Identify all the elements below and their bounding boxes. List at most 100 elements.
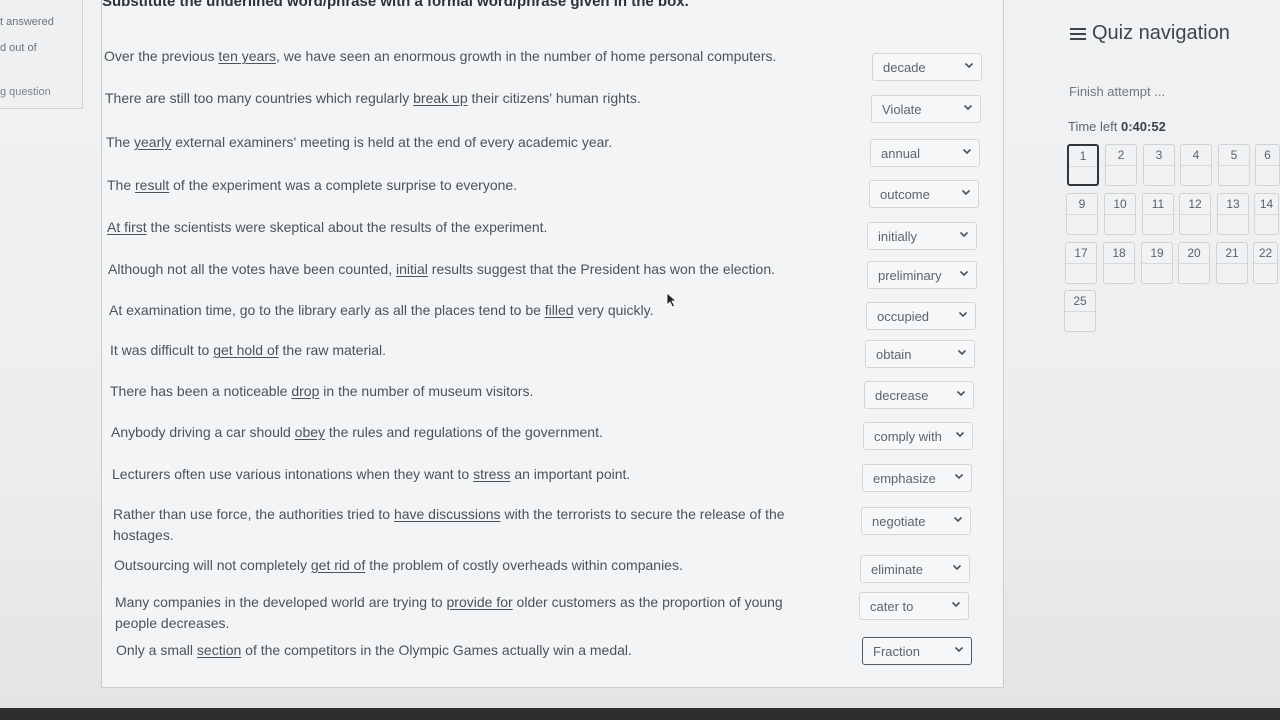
quiz-nav-button[interactable]: 9 xyxy=(1066,193,1098,235)
answer-dropdown[interactable]: eliminate xyxy=(860,555,970,583)
quiz-nav-button[interactable]: 10 xyxy=(1104,193,1136,235)
answer-dropdown-value: Fraction xyxy=(873,644,920,659)
quiz-nav-button[interactable]: 12 xyxy=(1179,193,1211,235)
question-text-before: Rather than use force, the authorities t… xyxy=(113,506,394,522)
question-text: Rather than use force, the authorities t… xyxy=(113,504,843,546)
chevron-down-icon xyxy=(955,431,965,438)
question-text: At examination time, go to the library e… xyxy=(109,300,848,321)
quiz-nav-button-label: 12 xyxy=(1188,197,1202,211)
quiz-nav-button[interactable]: 13 xyxy=(1217,193,1249,235)
question-text: Lecturers often use various intonations … xyxy=(112,464,844,485)
quiz-nav-button[interactable]: 14 xyxy=(1254,193,1279,235)
quiz-navigation-label: Quiz navigation xyxy=(1092,22,1230,44)
quiz-nav-button[interactable]: 2 xyxy=(1105,144,1137,186)
question-text-before: Over the previous xyxy=(104,48,219,64)
question-text-after: , we have seen an enormous growth in the… xyxy=(275,48,777,64)
question-text: It was difficult to get hold of the raw … xyxy=(110,340,847,361)
quiz-nav-button[interactable]: 20 xyxy=(1178,242,1210,284)
answer-dropdown[interactable]: emphasize xyxy=(862,464,972,492)
question-text-before: There are still too many countries which… xyxy=(105,90,414,106)
answer-dropdown-value: Violate xyxy=(882,102,922,117)
question-text-after: an important point. xyxy=(510,466,631,482)
question-text: Although not all the votes have been cou… xyxy=(108,259,849,280)
quiz-nav-button[interactable]: 21 xyxy=(1216,242,1248,284)
question-text-after: of the experiment was a complete surpris… xyxy=(169,177,518,193)
question-status: t answered xyxy=(0,16,54,28)
quiz-nav-button-label: 13 xyxy=(1226,197,1240,211)
chevron-down-icon xyxy=(957,349,967,356)
quiz-nav-button[interactable]: 6 xyxy=(1255,144,1280,186)
question-text-after: the rules and regulations of the governm… xyxy=(325,424,603,440)
quiz-nav-button[interactable]: 4 xyxy=(1180,144,1212,186)
answer-dropdown[interactable]: comply with xyxy=(863,422,973,450)
flag-question-link[interactable]: g question xyxy=(0,86,51,98)
answer-dropdown[interactable]: annual xyxy=(870,139,980,167)
underlined-phrase: get rid of xyxy=(310,557,366,573)
answer-dropdown-value: initially xyxy=(878,229,918,244)
answer-dropdown[interactable]: Fraction xyxy=(862,637,972,665)
answer-dropdown-value: cater to xyxy=(870,599,914,614)
quiz-nav-button-label: 1 xyxy=(1079,149,1087,163)
question-text-before: The xyxy=(107,177,136,193)
answer-dropdown[interactable]: outcome xyxy=(869,180,979,208)
quiz-nav-button-label: 20 xyxy=(1187,246,1201,260)
underlined-phrase: have discussions xyxy=(393,506,501,522)
quiz-nav-button-label: 19 xyxy=(1150,246,1164,260)
answer-dropdown[interactable]: obtain xyxy=(865,340,975,368)
quiz-nav-button[interactable]: 5 xyxy=(1218,144,1250,186)
quiz-nav-button[interactable]: 22 xyxy=(1253,242,1278,284)
answer-dropdown[interactable]: negotiate xyxy=(861,507,971,535)
quiz-navigation-title: Quiz navigation xyxy=(1070,22,1230,45)
answer-dropdown[interactable]: occupied xyxy=(866,302,976,330)
quiz-nav-button-label: 25 xyxy=(1073,294,1087,308)
answer-dropdown[interactable]: Violate xyxy=(871,95,981,123)
question-text: Outsourcing will not completely get rid … xyxy=(114,555,842,576)
question-text-before: Although not all the votes have been cou… xyxy=(108,261,396,277)
question-text-after: the problem of costly overheads within c… xyxy=(365,557,683,573)
answer-dropdown-value: preliminary xyxy=(878,268,942,283)
quiz-nav-button-label: 2 xyxy=(1117,148,1125,162)
question-text-after: the raw material. xyxy=(278,342,387,358)
answer-dropdown[interactable]: decrease xyxy=(864,381,974,409)
quiz-nav-button[interactable]: 19 xyxy=(1141,242,1173,284)
underlined-phrase: drop xyxy=(291,383,320,399)
finish-attempt-link[interactable]: Finish attempt ... xyxy=(1069,84,1165,99)
question-text: Anybody driving a car should obey the ru… xyxy=(111,422,845,443)
quiz-page: t answered d out of g question Substitut… xyxy=(0,0,1280,720)
chevron-down-icon xyxy=(962,148,972,155)
quiz-nav-button[interactable]: 3 xyxy=(1143,144,1175,186)
question-text: Over the previous ten years, we have see… xyxy=(104,46,854,67)
underlined-phrase: get hold of xyxy=(213,342,279,358)
question-text-before: There has been a noticeable xyxy=(110,383,292,399)
question-text: There are still too many countries which… xyxy=(105,88,853,109)
underlined-phrase: result xyxy=(135,177,170,193)
question-text: Many companies in the developed world ar… xyxy=(115,592,841,634)
chevron-down-icon xyxy=(964,62,974,69)
question-text: Only a small section of the competitors … xyxy=(116,640,844,661)
quiz-nav-button-label: 17 xyxy=(1074,246,1088,260)
quiz-nav-button-label: 14 xyxy=(1259,197,1274,211)
quiz-nav-button[interactable]: 1 xyxy=(1067,144,1099,186)
quiz-nav-button[interactable]: 17 xyxy=(1065,242,1097,284)
answer-dropdown[interactable]: initially xyxy=(867,222,977,250)
answer-dropdown[interactable]: decade xyxy=(872,53,982,81)
quiz-nav-button-label: 9 xyxy=(1078,197,1086,211)
answer-dropdown[interactable]: cater to xyxy=(859,592,969,620)
question-text: There has been a noticeable drop in the … xyxy=(110,381,846,402)
time-left-label: Time left xyxy=(1068,119,1118,134)
quiz-nav-button[interactable]: 18 xyxy=(1103,242,1135,284)
quiz-nav-button-label: 21 xyxy=(1225,246,1239,260)
question-text-after: the scientists were skeptical about the … xyxy=(146,219,548,235)
question-text-after: external examiners' meeting is held at t… xyxy=(171,134,613,150)
answer-dropdown[interactable]: preliminary xyxy=(867,261,977,289)
question-text: The yearly external examiners' meeting i… xyxy=(106,132,852,153)
answer-dropdown-value: occupied xyxy=(877,309,930,324)
answer-dropdown-value: decade xyxy=(883,60,926,75)
quiz-nav-button-label: 6 xyxy=(1264,148,1271,162)
question-text-before: Anybody driving a car should xyxy=(111,424,295,440)
quiz-nav-button[interactable]: 11 xyxy=(1142,193,1174,235)
chevron-down-icon xyxy=(951,601,961,608)
question-text-before: The xyxy=(106,134,135,150)
chevron-down-icon xyxy=(959,231,969,238)
quiz-nav-button[interactable]: 25 xyxy=(1064,290,1096,332)
